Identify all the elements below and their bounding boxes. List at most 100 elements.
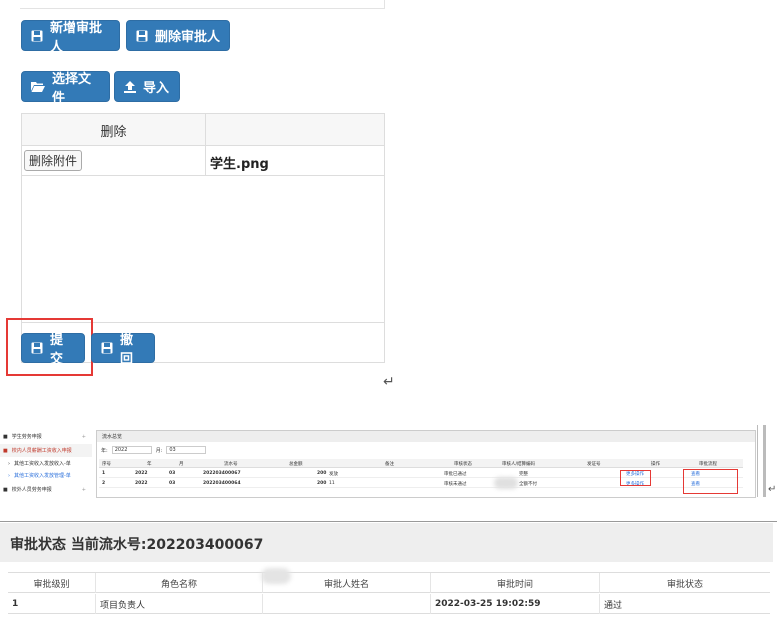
column-header: 审批流程 xyxy=(699,462,717,467)
add-approver-label: 新增审批人 xyxy=(50,20,103,55)
month-label: 月: xyxy=(155,447,163,454)
plus-icon: + xyxy=(81,433,86,440)
sidebar: ■ 学生劳务申报 + ■ 校内人员薪酬工资收入申报 › 其他工资收入发放收入-单… xyxy=(0,426,92,498)
row-status: 审批已通过 xyxy=(444,472,467,477)
row-amount: 200 xyxy=(317,471,327,476)
attachment-file-name: 学生.png xyxy=(210,157,269,172)
column-header: 角色名称 xyxy=(96,573,263,593)
row-month: 03 xyxy=(169,471,176,476)
column-header: 年 xyxy=(147,462,152,467)
year-label: 年: xyxy=(101,447,108,454)
approval-time: 2022-03-25 19:02:59 xyxy=(431,594,600,614)
approval-level: 1 xyxy=(8,594,96,614)
scrollbar-track xyxy=(757,425,758,497)
save-icon xyxy=(31,30,43,42)
column-header: 月 xyxy=(179,462,184,467)
column-header: 审核人/结算编码 xyxy=(502,462,536,467)
column-header: 操作 xyxy=(651,462,660,467)
table-header: 审批级别 角色名称 审批人姓名 审批时间 审批状态 xyxy=(8,573,770,593)
submit-button[interactable]: 提交 xyxy=(21,333,85,367)
row-auditor: 完整 xyxy=(519,472,528,477)
column-header: 审批状态 xyxy=(666,579,703,590)
redacted-name-blur xyxy=(261,568,291,584)
save-icon xyxy=(101,342,113,354)
chevron-right-icon: › xyxy=(8,460,10,467)
sidebar-item[interactable]: › 其他工资收入发放管理-单 xyxy=(0,469,92,482)
submit-label: 提交 xyxy=(50,333,64,367)
paragraph-return-mark: ↵ xyxy=(383,374,395,390)
sidebar-item[interactable]: ■ 校外人员劳务申报 + xyxy=(0,483,92,496)
row-auditor: 全额不付 xyxy=(519,482,537,487)
row-year: 2022 xyxy=(135,481,148,486)
column-header: 审核状态 xyxy=(454,462,472,467)
withdraw-button[interactable]: 撤回 xyxy=(91,333,155,367)
column-header: 序号 xyxy=(102,462,111,467)
form-top-border xyxy=(20,8,385,9)
frame-title: 流水总览 xyxy=(97,431,755,442)
row-remark: 发放 xyxy=(329,472,338,477)
chevron-right-icon: › xyxy=(8,472,10,479)
approval-title: 审批状态 当前流水号:202203400067 xyxy=(10,537,264,553)
save-icon xyxy=(31,342,43,354)
scrollbar[interactable] xyxy=(763,425,766,497)
sidebar-item-label: 其他工资收入发放管理-单 xyxy=(14,473,71,479)
column-header: 发证号 xyxy=(587,462,601,467)
plus-icon: + xyxy=(81,486,86,493)
approver-name xyxy=(263,594,431,614)
import-button[interactable]: 导入 xyxy=(114,71,180,102)
delete-attachment-button[interactable]: 删除附件 xyxy=(24,150,83,171)
approval-header: 审批状态 当前流水号:202203400067 xyxy=(0,523,773,562)
save-icon xyxy=(136,30,148,42)
paragraph-return-mark: ↵ xyxy=(768,484,777,495)
column-header: 总金额 xyxy=(289,462,303,467)
row-no: 1 xyxy=(102,471,106,476)
row-serial: 202203400067 xyxy=(203,471,241,476)
redacted-blur xyxy=(494,477,518,489)
sidebar-item[interactable]: ■ 校内人员薪酬工资收入申报 xyxy=(0,444,92,457)
sidebar-item-label: 其他工资收入发放收入-单 xyxy=(14,461,71,467)
choose-file-button[interactable]: 选择文件 xyxy=(21,71,110,106)
filter-row: 年: 2022 月: 03 xyxy=(97,445,755,455)
content-frame: 流水总览 年: 2022 月: 03 序号 年 月 流水号 总金额 备注 审核状… xyxy=(96,430,756,498)
document-icon: ■ xyxy=(3,486,8,493)
row-status: 审核未通过 xyxy=(444,482,467,487)
withdraw-label: 撤回 xyxy=(120,333,134,367)
delete-approver-label: 删除审批人 xyxy=(155,30,221,45)
choose-file-label: 选择文件 xyxy=(52,71,92,106)
document-icon: ■ xyxy=(3,433,8,440)
column-header: 审批时间 xyxy=(431,573,600,593)
row-amount: 200 xyxy=(317,481,327,486)
sidebar-item-label: 学生劳务申报 xyxy=(11,434,42,440)
column-header: 备注 xyxy=(385,462,394,467)
month-select[interactable]: 03 xyxy=(166,446,207,454)
document-icon: ■ xyxy=(3,447,8,454)
more-actions-highlight-box xyxy=(620,470,651,486)
approval-role: 项目负责人 xyxy=(96,594,263,614)
sidebar-item-label: 校外人员劳务申报 xyxy=(11,487,52,493)
sidebar-item[interactable]: ■ 学生劳务申报 + xyxy=(0,430,92,443)
row-month: 03 xyxy=(169,481,176,486)
view-flow-highlight-box xyxy=(683,469,738,494)
year-select[interactable]: 2022 xyxy=(111,446,152,454)
column-header: 流水号 xyxy=(224,462,238,467)
table-cell: 删除附件 xyxy=(22,146,206,176)
row-remark: 11 xyxy=(329,481,335,486)
approval-table: 审批级别 角色名称 审批人姓名 审批时间 审批状态 1 项目负责人 2022-0… xyxy=(8,572,770,614)
sidebar-item-label: 校内人员薪酬工资收入申报 xyxy=(11,448,72,454)
upload-icon xyxy=(124,80,136,93)
approval-status: 通过 xyxy=(604,600,623,611)
delete-approver-button[interactable]: 删除审批人 xyxy=(126,20,230,51)
grid-header: 序号 年 月 流水号 总金额 备注 审核状态 审核人/结算编码 发证号 操作 审… xyxy=(99,459,743,468)
column-header: 审批级别 xyxy=(8,573,96,593)
row-no: 2 xyxy=(102,481,106,486)
thumbnail-screenshot: ■ 学生劳务申报 + ■ 校内人员薪酬工资收入申报 › 其他工资收入发放收入-单… xyxy=(0,421,777,499)
folder-open-icon xyxy=(31,81,45,92)
form-right-border xyxy=(384,0,385,8)
table-row: 1 项目负责人 2022-03-25 19:02:59 通过 xyxy=(8,594,770,614)
section-divider xyxy=(0,521,777,522)
column-header-delete: 删除 xyxy=(22,114,206,146)
row-serial: 202203400064 xyxy=(203,481,241,486)
table-header: 删除 xyxy=(22,114,384,146)
import-label: 导入 xyxy=(143,81,170,96)
add-approver-button[interactable]: 新增审批人 xyxy=(21,20,120,55)
